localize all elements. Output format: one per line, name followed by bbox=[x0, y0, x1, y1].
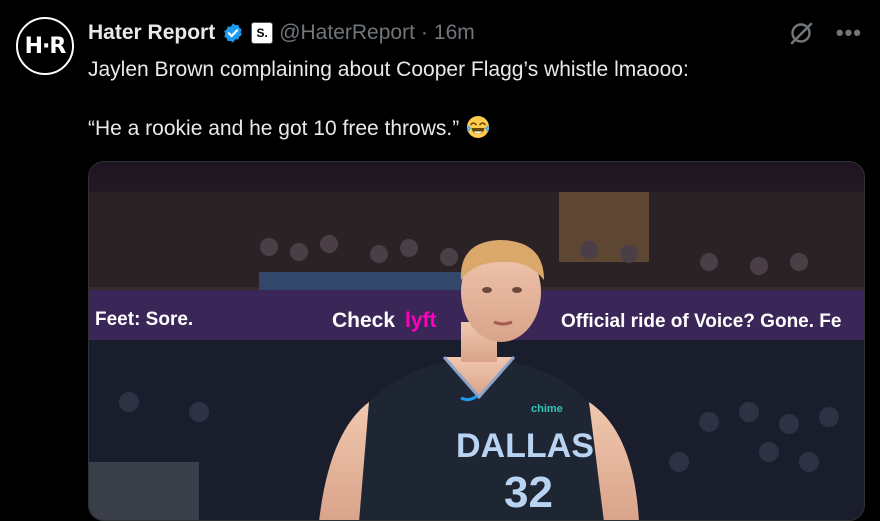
user-handle[interactable]: @HaterReport bbox=[279, 21, 415, 45]
tweet-quote: “He a rookie and he got 10 free throws.” bbox=[88, 117, 460, 140]
banner-left-text: Feet: Sore. bbox=[95, 309, 193, 330]
separator-dot: · bbox=[420, 21, 428, 44]
verified-badge-icon[interactable] bbox=[221, 21, 245, 45]
timestamp[interactable]: 16m bbox=[434, 21, 475, 45]
tweet-line-2: “He a rookie and he got 10 free throws.” bbox=[88, 114, 840, 143]
more-options-icon[interactable]: ••• bbox=[836, 22, 862, 44]
tweet-line-1: Jaylen Brown complaining about Cooper Fl… bbox=[88, 58, 689, 81]
jersey-team-text: DALLAS bbox=[456, 427, 594, 465]
display-name[interactable]: Hater Report bbox=[88, 21, 215, 45]
jersey-number-text: 32 bbox=[504, 468, 553, 517]
grok-icon[interactable] bbox=[788, 20, 814, 46]
jersey-sponsor-text: chime bbox=[531, 403, 563, 415]
affiliate-badge[interactable]: S. bbox=[251, 22, 274, 44]
avatar-logo: H·R bbox=[24, 33, 67, 59]
video-media[interactable]: Feet: Sore. Check lyft Official ride of … bbox=[88, 161, 865, 521]
tweet-header: Hater Report S. @HaterReport · 16m bbox=[88, 18, 475, 48]
banner-check-text: Check bbox=[332, 309, 395, 332]
tweet-text: Jaylen Brown complaining about Cooper Fl… bbox=[88, 56, 840, 143]
banner-right-text: Official ride of Voice? Gone. Fe bbox=[561, 311, 841, 332]
lyft-logo-text: lyft bbox=[405, 309, 437, 332]
face-with-tears-of-joy-icon bbox=[465, 114, 491, 140]
avatar[interactable]: H·R bbox=[16, 17, 74, 75]
tweet-actions: ••• bbox=[788, 20, 862, 46]
